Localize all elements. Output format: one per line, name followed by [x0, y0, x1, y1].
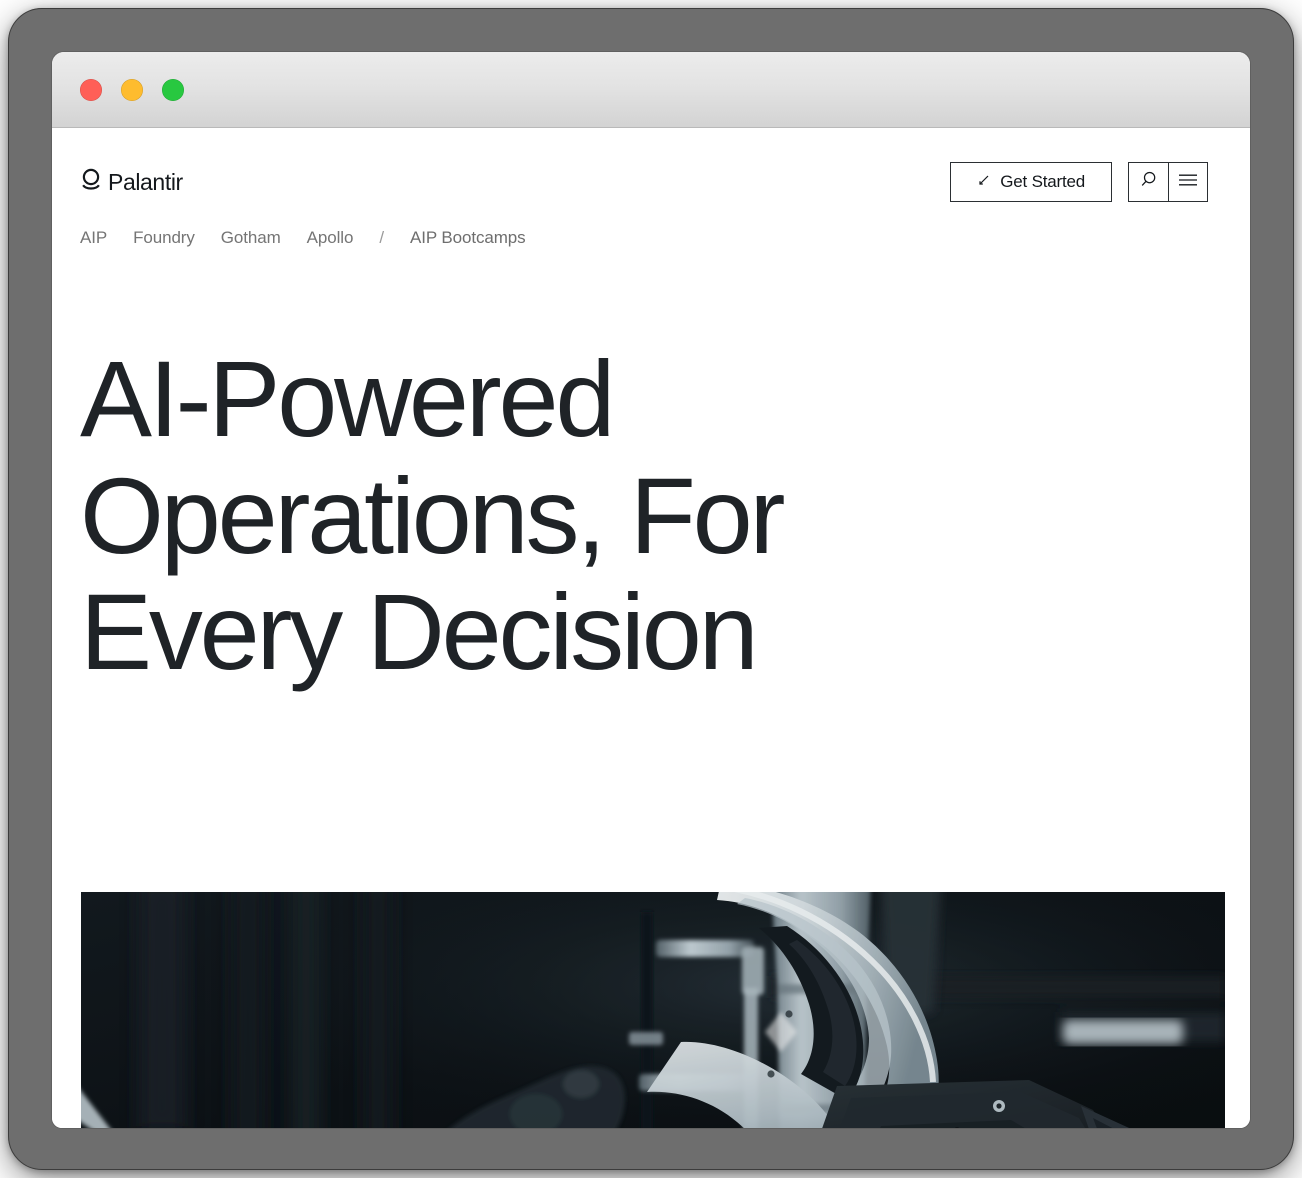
- search-icon: [1139, 170, 1158, 194]
- palantir-mark-icon: [80, 167, 102, 198]
- arrow-up-left-icon: [977, 172, 991, 192]
- maximize-window-button[interactable]: [162, 78, 184, 101]
- page-title: AI-Powered Operations, For Every Decisio…: [52, 248, 892, 691]
- palantir-logo-link[interactable]: Palantir: [80, 167, 183, 198]
- get-started-label: Get Started: [1000, 172, 1085, 191]
- browser-device-frame: Palantir Get Started AIP Foundry Gotham …: [8, 8, 1294, 1170]
- browser-window: Palantir Get Started AIP Foundry Gotham …: [52, 52, 1250, 1128]
- hero-image: M-001: [81, 892, 1225, 1128]
- close-window-button[interactable]: [80, 78, 102, 101]
- nav-item-apollo[interactable]: Apollo: [307, 228, 354, 248]
- nav-separator: /: [379, 228, 384, 247]
- nav-item-gotham[interactable]: Gotham: [221, 228, 281, 248]
- header-icon-button-group: [1128, 162, 1208, 202]
- get-started-button[interactable]: Get Started: [950, 162, 1112, 202]
- nav-item-aip[interactable]: AIP: [80, 228, 107, 248]
- window-title-bar: [52, 52, 1250, 128]
- nav-item-foundry[interactable]: Foundry: [133, 228, 195, 248]
- search-button[interactable]: [1129, 163, 1168, 201]
- menu-button[interactable]: [1168, 163, 1207, 201]
- header-actions: Get Started: [950, 162, 1208, 202]
- headline-line-2: Operations, For: [80, 454, 786, 576]
- nav-item-aip-bootcamps[interactable]: AIP Bootcamps: [410, 228, 526, 248]
- page-content: Palantir Get Started AIP Foundry Gotham …: [52, 128, 1250, 1128]
- traffic-light-controls: [80, 78, 184, 101]
- brand-wordmark: Palantir: [108, 168, 183, 195]
- headline-line-1: AI-Powered: [80, 338, 615, 459]
- primary-nav: AIP Foundry Gotham Apollo / AIP Bootcamp…: [52, 202, 1250, 248]
- headline-line-3: Every Decision: [80, 571, 759, 693]
- site-header: Palantir Get Started: [52, 128, 1250, 202]
- minimize-window-button[interactable]: [121, 78, 143, 101]
- hamburger-menu-icon: [1178, 173, 1198, 192]
